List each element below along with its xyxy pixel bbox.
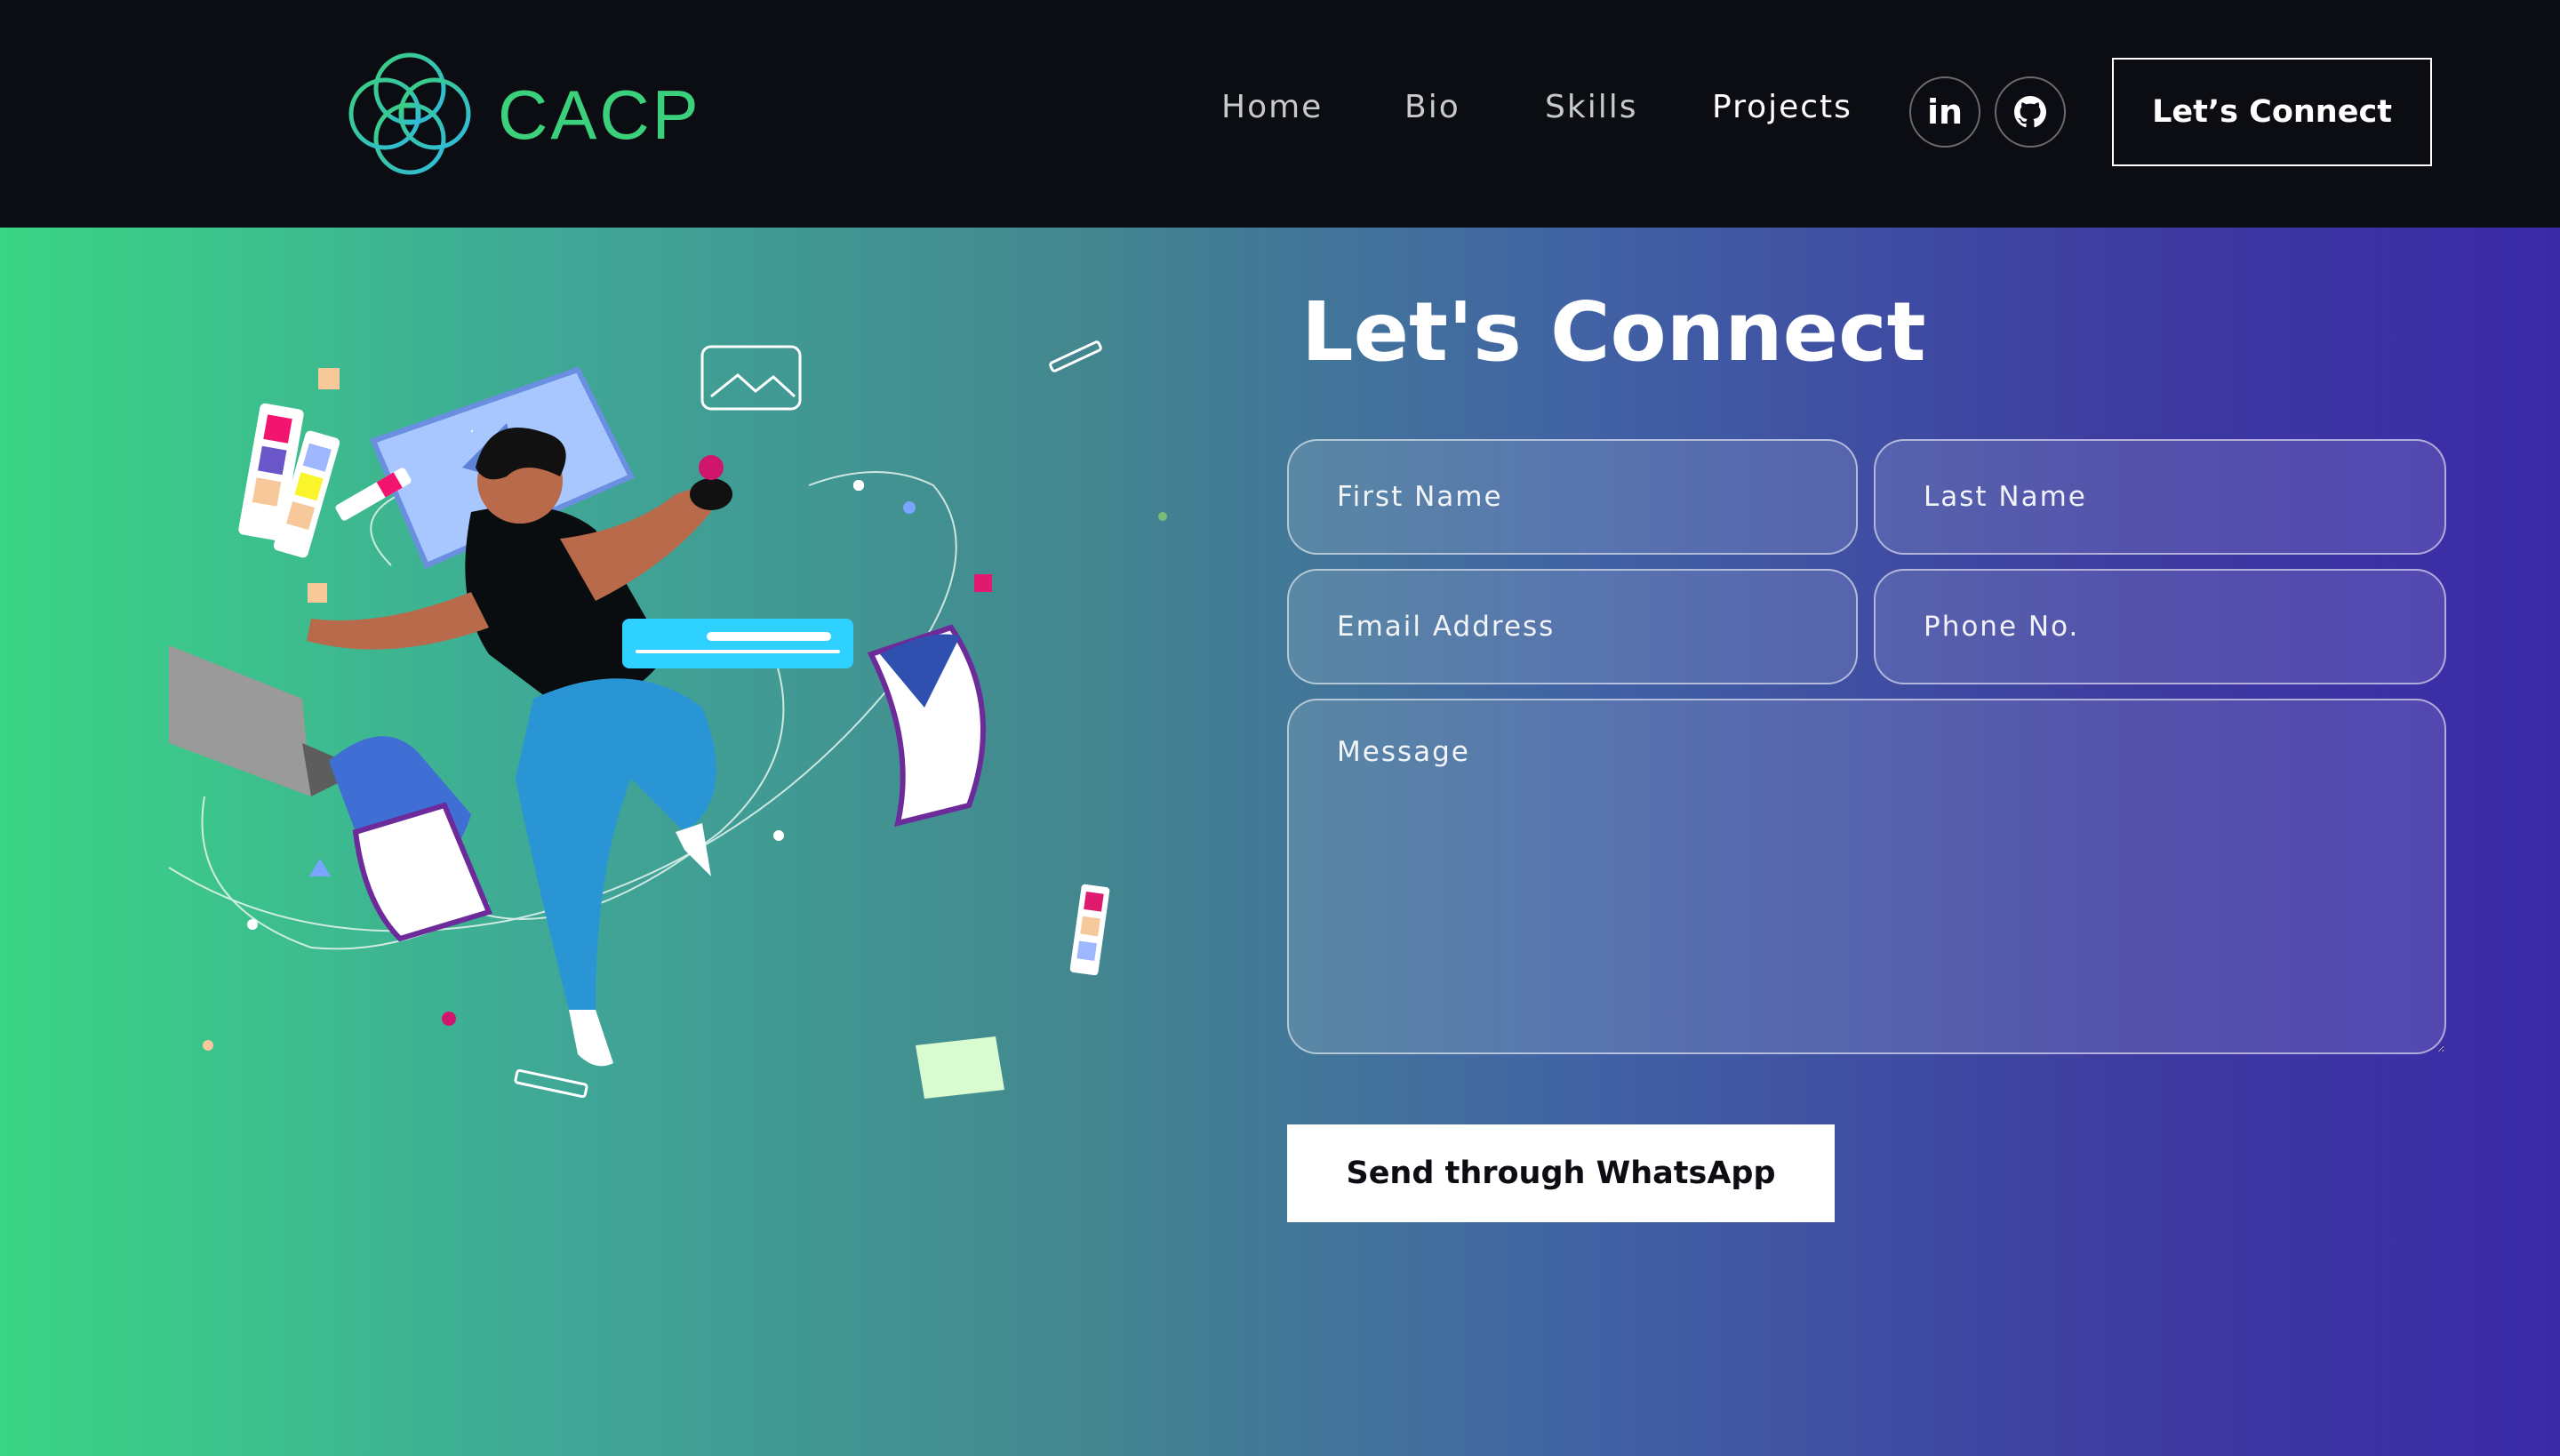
contact-title: Let's Connect (1301, 284, 1926, 380)
brand-name: CACP (498, 76, 701, 154)
developer-illustration (168, 340, 1167, 1099)
email-input[interactable] (1287, 569, 1858, 684)
brand-logo[interactable]: CACP (343, 50, 699, 178)
send-whatsapp-button[interactable]: Send through WhatsApp (1287, 1124, 1835, 1222)
first-name-input[interactable] (1287, 439, 1858, 555)
interlocking-circles-logo-icon (348, 52, 471, 175)
lets-connect-button[interactable]: Let’s Connect (2112, 58, 2432, 166)
navbar: CACP Home Bio Skills Projects in Let’s C… (0, 0, 2560, 228)
linkedin-icon: in (1926, 92, 1964, 132)
nav-link-projects[interactable]: Projects (1712, 89, 1852, 125)
phone-input[interactable] (1874, 569, 2446, 684)
nav-link-bio[interactable]: Bio (1404, 89, 1460, 125)
nav-link-skills[interactable]: Skills (1545, 89, 1637, 125)
github-icon (2014, 96, 2046, 128)
message-textarea[interactable] (1287, 699, 2446, 1054)
github-button[interactable] (1995, 76, 2066, 148)
contact-section: Let's Connect Send through WhatsApp (0, 228, 2560, 1456)
linkedin-button[interactable]: in (1909, 76, 1980, 148)
last-name-input[interactable] (1874, 439, 2446, 555)
nav-link-home[interactable]: Home (1221, 89, 1323, 125)
